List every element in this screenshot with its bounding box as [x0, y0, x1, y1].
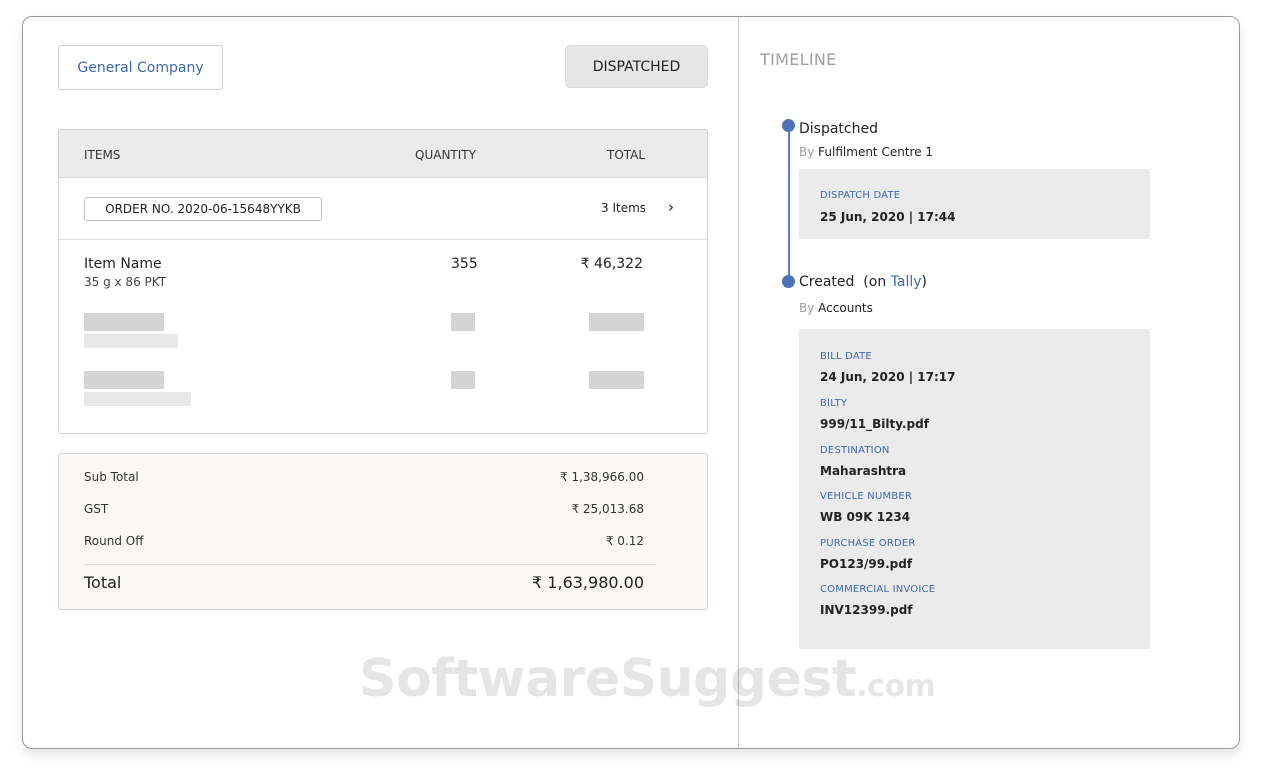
detail-label: BILL DATE [820, 351, 872, 362]
totals-panel: Sub Total ₹ 1,38,966.00 GST ₹ 25,013.68 … [58, 453, 708, 610]
placeholder-desc [84, 334, 178, 348]
detail-label: BILTY [820, 398, 848, 409]
placeholder-desc [84, 392, 191, 406]
timeline-title: TIMELINE [760, 50, 837, 69]
items-table-header: ITEMS QUANTITY TOTAL [59, 130, 707, 178]
order-number-chip: ORDER NO. 2020-06-15648YYKB [84, 197, 322, 221]
event-by-value: Accounts [818, 301, 873, 315]
detail-label: VEHICLE NUMBER [820, 491, 913, 502]
event-title-created: Created (on Tally) [799, 274, 927, 290]
gst-label: GST [84, 502, 109, 516]
company-button[interactable]: General Company [58, 45, 223, 90]
event-by: By Accounts [799, 301, 873, 315]
detail-label: DESTINATION [820, 445, 890, 456]
order-card: General Company DISPATCHED ITEMS QUANTIT… [22, 16, 1240, 749]
event-title-suffix: ) [921, 274, 928, 290]
totals-divider [84, 564, 656, 565]
detail-label: DISPATCH DATE [820, 190, 901, 201]
detail-value: WB 09K 1234 [820, 510, 911, 524]
detail-value: Maharashtra [820, 464, 907, 478]
placeholder-quantity [451, 313, 475, 331]
watermark: SoftwareSuggest.com [359, 649, 936, 709]
subtotal-value: ₹ 1,38,966.00 [560, 470, 644, 484]
item-total: ₹ 46,322 [580, 256, 643, 272]
column-header-items: ITEMS [84, 148, 121, 162]
watermark-tld: .com [856, 669, 936, 704]
watermark-main: SoftwareSuggest [359, 649, 857, 709]
chevron-right-icon[interactable]: › [668, 198, 674, 216]
panel-divider [738, 17, 739, 748]
bilty-file-link[interactable]: 999/11_Bilty.pdf [820, 417, 929, 431]
timeline-line [788, 127, 790, 281]
order-row[interactable]: ORDER NO. 2020-06-15648YYKB 3 Items › [59, 178, 707, 240]
event-by-prefix: By [799, 301, 815, 315]
tally-link[interactable]: Tally [891, 274, 922, 290]
placeholder-total [589, 371, 644, 389]
placeholder-quantity [451, 371, 475, 389]
detail-value: 24 Jun, 2020 | 17:17 [820, 370, 956, 384]
commercial-invoice-file-link[interactable]: INV12399.pdf [820, 603, 913, 617]
detail-label: COMMERCIAL INVOICE [820, 584, 936, 595]
roundoff-value: ₹ 0.12 [605, 534, 644, 548]
items-count: 3 Items [601, 201, 647, 215]
subtotal-label: Sub Total [84, 470, 139, 484]
item-name: Item Name [84, 256, 162, 272]
event-title-prefix: Created (on [799, 274, 891, 290]
grand-total-label: Total [84, 573, 122, 592]
detail-label: PURCHASE ORDER [820, 538, 916, 549]
item-quantity: 355 [451, 256, 478, 272]
event-by: By Fulfilment Centre 1 [799, 145, 933, 159]
created-details-box: BILL DATE 24 Jun, 2020 | 17:17 BILTY 999… [799, 329, 1150, 649]
timeline-dot [782, 119, 795, 132]
placeholder-total [589, 313, 644, 331]
detail-value: 25 Jun, 2020 | 17:44 [820, 210, 956, 224]
item-description: 35 g x 86 PKT [84, 275, 167, 289]
status-badge: DISPATCHED [565, 45, 708, 88]
timeline-dot [782, 275, 795, 288]
gst-value: ₹ 25,013.68 [571, 502, 644, 516]
placeholder-name [84, 313, 164, 331]
grand-total-value: ₹ 1,63,980.00 [532, 573, 644, 592]
placeholder-name [84, 371, 164, 389]
column-header-quantity: QUANTITY [415, 148, 476, 162]
purchase-order-file-link[interactable]: PO123/99.pdf [820, 557, 912, 571]
event-by-value: Fulfilment Centre 1 [818, 145, 934, 159]
roundoff-label: Round Off [84, 534, 144, 548]
dispatch-details-box: DISPATCH DATE 25 Jun, 2020 | 17:44 [799, 169, 1150, 239]
column-header-total: TOTAL [607, 148, 646, 162]
event-title-dispatched: Dispatched [799, 121, 878, 137]
event-by-prefix: By [799, 145, 815, 159]
